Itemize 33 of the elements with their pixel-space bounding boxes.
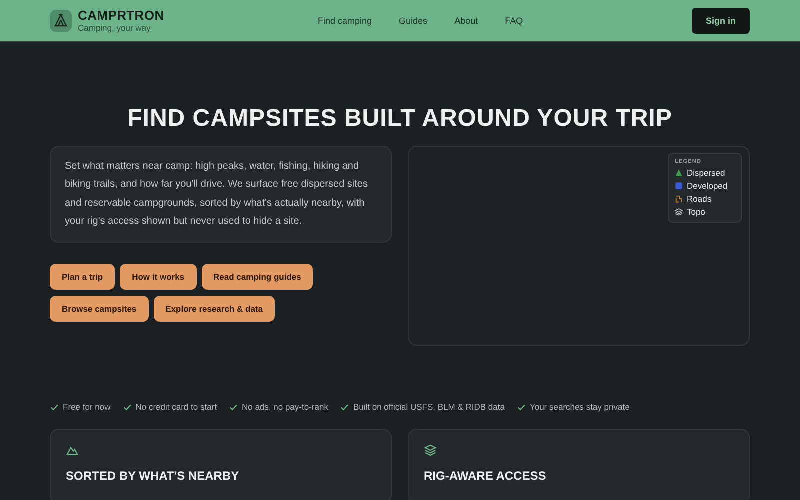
tagline: Camping, your way — [78, 23, 152, 33]
intro-text: Set what matters near camp: high peaks, water, fishing, hiking and biking trails, and how far you'll drive. We surface free dispersed sites and reservable campgrounds, sorted by what's actually nearby, with your rig's access shown but never used to hide a site. — [65, 160, 369, 229]
brand-name: CAMPRTRON — [78, 8, 164, 23]
action-button[interactable]: Plan a trip — [50, 264, 116, 290]
action-button[interactable]: Read camping guides — [202, 264, 314, 290]
feature-title: SORTED BY WHAT'S NEARBY — [66, 469, 240, 483]
tent-logo-icon — [50, 10, 72, 32]
feature-title: RIG-AWARE ACCESS — [424, 469, 546, 483]
perk-text: No ads, no pay-to-rank — [242, 402, 328, 412]
legend-label: Developed — [687, 181, 728, 191]
hero-title: FIND CAMPSITES BUILT AROUND YOUR TRIP — [126, 104, 674, 134]
check-icon — [516, 402, 526, 412]
check-icon — [122, 402, 132, 412]
sign-in-button[interactable]: Sign in — [692, 8, 750, 34]
mountain-icon — [66, 444, 79, 457]
check-icon — [50, 402, 59, 412]
action-button[interactable]: Browse campsites — [50, 296, 149, 322]
check-icon — [340, 402, 350, 412]
perk-text: No credit card to start — [136, 402, 217, 412]
nav-link[interactable]: About — [454, 16, 478, 26]
action-button[interactable]: Explore research & data — [154, 296, 275, 322]
nav-link[interactable]: FAQ — [505, 16, 524, 26]
perk-text: Free for now — [63, 402, 111, 412]
legend-label: Dispersed — [687, 168, 726, 178]
legend-label: Roads — [687, 194, 712, 204]
action-button[interactable]: How it works — [120, 264, 197, 290]
perk-text: Built on official USFS, BLM & RIDB data — [353, 402, 505, 412]
nav-link[interactable]: Find camping — [318, 16, 372, 26]
check-icon — [228, 402, 238, 412]
layers-icon — [424, 444, 437, 457]
nav-link[interactable]: Guides — [399, 16, 428, 26]
perk-text: Your searches stay private — [530, 402, 630, 412]
legend-label: Topo — [687, 207, 706, 217]
